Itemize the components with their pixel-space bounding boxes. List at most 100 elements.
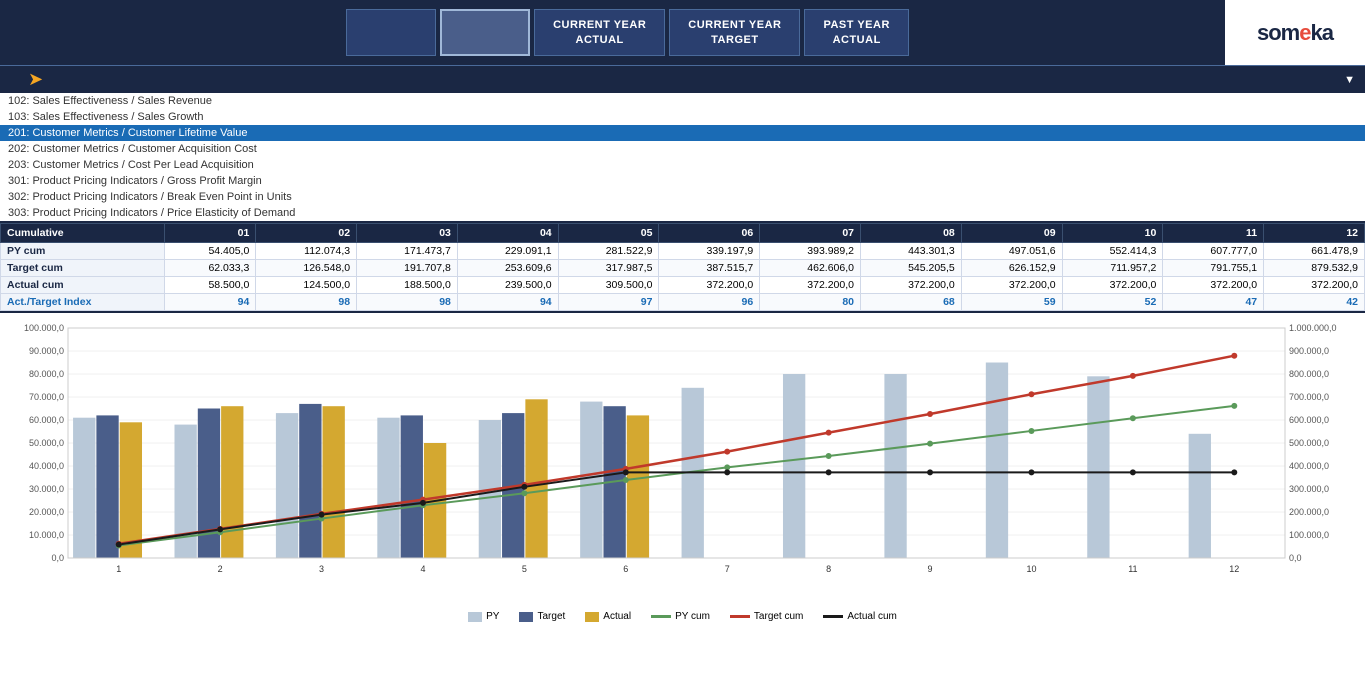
table-cell: 171.473,7: [357, 243, 458, 260]
table-cell: 372.200,0: [1163, 277, 1264, 294]
svg-text:9: 9: [928, 564, 933, 574]
table-cell: 191.707,8: [357, 260, 458, 277]
table-cell: 47: [1163, 294, 1264, 311]
target-bar: [96, 415, 118, 558]
legend-label: Target: [537, 611, 565, 622]
kpi-list-item[interactable]: 102: Sales Effectiveness / Sales Revenue: [0, 93, 1365, 109]
kpi-list-item[interactable]: 202: Customer Metrics / Customer Acquisi…: [0, 141, 1365, 157]
table-cell: 80: [760, 294, 861, 311]
kpi-list-item[interactable]: 103: Sales Effectiveness / Sales Growth: [0, 109, 1365, 125]
charts-button[interactable]: [440, 9, 530, 56]
svg-text:40.000,0: 40.000,0: [29, 461, 64, 471]
table-cell: 98: [256, 294, 357, 311]
table-cell: 372.200,0: [659, 277, 760, 294]
dropdown-arrow-icon[interactable]: ▼: [1334, 74, 1365, 86]
svg-text:2: 2: [218, 564, 223, 574]
actual-bar: [120, 422, 142, 558]
py-bar: [276, 413, 298, 558]
table-header: 08: [861, 224, 962, 243]
table-cell: 281.522,9: [558, 243, 659, 260]
svg-text:70.000,0: 70.000,0: [29, 392, 64, 402]
table-row-label: Act./Target Index: [1, 294, 165, 311]
legend-icon: [468, 612, 482, 622]
svg-text:10: 10: [1026, 564, 1036, 574]
legend-label: Actual: [603, 611, 631, 622]
current-year-actual-button[interactable]: CURRENT YEARACTUAL: [534, 9, 665, 56]
table-cell: 52: [1062, 294, 1163, 311]
table-cell: 124.500,0: [256, 277, 357, 294]
legend-icon: [823, 615, 843, 618]
actual-bar: [221, 406, 243, 558]
header-title: [0, 23, 30, 42]
legend-item: Actual: [585, 611, 631, 622]
actual-bar: [525, 399, 547, 558]
table-cell: 97: [558, 294, 659, 311]
table-header: 11: [1163, 224, 1264, 243]
table-cell: 229.091,1: [457, 243, 558, 260]
table-cell: 54.405,0: [165, 243, 256, 260]
dashboard-button[interactable]: [346, 9, 436, 56]
target-bar: [299, 404, 321, 558]
legend-item: PY cum: [651, 611, 710, 622]
svg-text:3: 3: [319, 564, 324, 574]
legend-label: PY cum: [675, 611, 710, 622]
table-cell: 372.200,0: [861, 277, 962, 294]
svg-text:100.000,0: 100.000,0: [1289, 530, 1329, 540]
svg-text:100.000,0: 100.000,0: [24, 323, 64, 333]
target-bar: [401, 415, 423, 558]
legend-icon: [519, 612, 533, 622]
svg-text:0,0: 0,0: [1289, 553, 1302, 563]
kpi-list-item[interactable]: 301: Product Pricing Indicators / Gross …: [0, 173, 1365, 189]
svg-text:8: 8: [826, 564, 831, 574]
svg-text:10.000,0: 10.000,0: [29, 530, 64, 540]
table-cell: 462.606,0: [760, 260, 861, 277]
kpi-list-item[interactable]: 302: Product Pricing Indicators / Break …: [0, 189, 1365, 205]
py-bar: [377, 418, 399, 558]
legend-label: Actual cum: [847, 611, 896, 622]
py-bar: [1189, 434, 1211, 558]
svg-text:20.000,0: 20.000,0: [29, 507, 64, 517]
py-bar: [986, 363, 1008, 559]
chart-legend: PYTargetActualPY cumTarget cumActual cum: [0, 606, 1365, 625]
svg-text:5: 5: [522, 564, 527, 574]
header: CURRENT YEARACTUAL CURRENT YEARTARGET PA…: [0, 0, 1365, 65]
svg-text:200.000,0: 200.000,0: [1289, 507, 1329, 517]
kpi-list: 102: Sales Effectiveness / Sales Revenue…: [0, 93, 1365, 223]
table-cell: 317.987,5: [558, 260, 659, 277]
current-year-target-button[interactable]: CURRENT YEARTARGET: [669, 9, 800, 56]
table-header: 03: [357, 224, 458, 243]
table-cell: 497.051,6: [961, 243, 1062, 260]
table-header: 09: [961, 224, 1062, 243]
table-cell: 711.957,2: [1062, 260, 1163, 277]
past-year-actual-button[interactable]: PAST YEARACTUAL: [804, 9, 908, 56]
table-cell: 68: [861, 294, 962, 311]
table-row: PY cum54.405,0112.074,3171.473,7229.091,…: [1, 243, 1365, 260]
svg-text:400.000,0: 400.000,0: [1289, 461, 1329, 471]
table-cell: 96: [659, 294, 760, 311]
table-cell: 58.500,0: [165, 277, 256, 294]
legend-item: Actual cum: [823, 611, 896, 622]
table-cell: 188.500,0: [357, 277, 458, 294]
nav-buttons: CURRENT YEARACTUAL CURRENT YEARTARGET PA…: [30, 9, 1225, 56]
kpi-selector-bar: ➤ ▼: [0, 65, 1365, 93]
table-header: 02: [256, 224, 357, 243]
svg-text:30.000,0: 30.000,0: [29, 484, 64, 494]
legend-item: Target: [519, 611, 565, 622]
table-cell: 879.532,9: [1264, 260, 1365, 277]
table-header: 05: [558, 224, 659, 243]
table-cell: 253.609,6: [457, 260, 558, 277]
py-bar: [73, 418, 95, 558]
table-header: 07: [760, 224, 861, 243]
svg-text:500.000,0: 500.000,0: [1289, 438, 1329, 448]
table-cell: 112.074,3: [256, 243, 357, 260]
kpi-list-item[interactable]: 203: Customer Metrics / Cost Per Lead Ac…: [0, 157, 1365, 173]
svg-text:4: 4: [420, 564, 425, 574]
table-cell: 98: [357, 294, 458, 311]
table-cell: 791.755,1: [1163, 260, 1264, 277]
table-cell: 607.777,0: [1163, 243, 1264, 260]
svg-text:1.000.000,0: 1.000.000,0: [1289, 323, 1337, 333]
svg-text:1: 1: [116, 564, 121, 574]
kpi-list-item[interactable]: 303: Product Pricing Indicators / Price …: [0, 205, 1365, 221]
kpi-list-item[interactable]: 201: Customer Metrics / Customer Lifetim…: [0, 125, 1365, 141]
table-row-label: Target cum: [1, 260, 165, 277]
